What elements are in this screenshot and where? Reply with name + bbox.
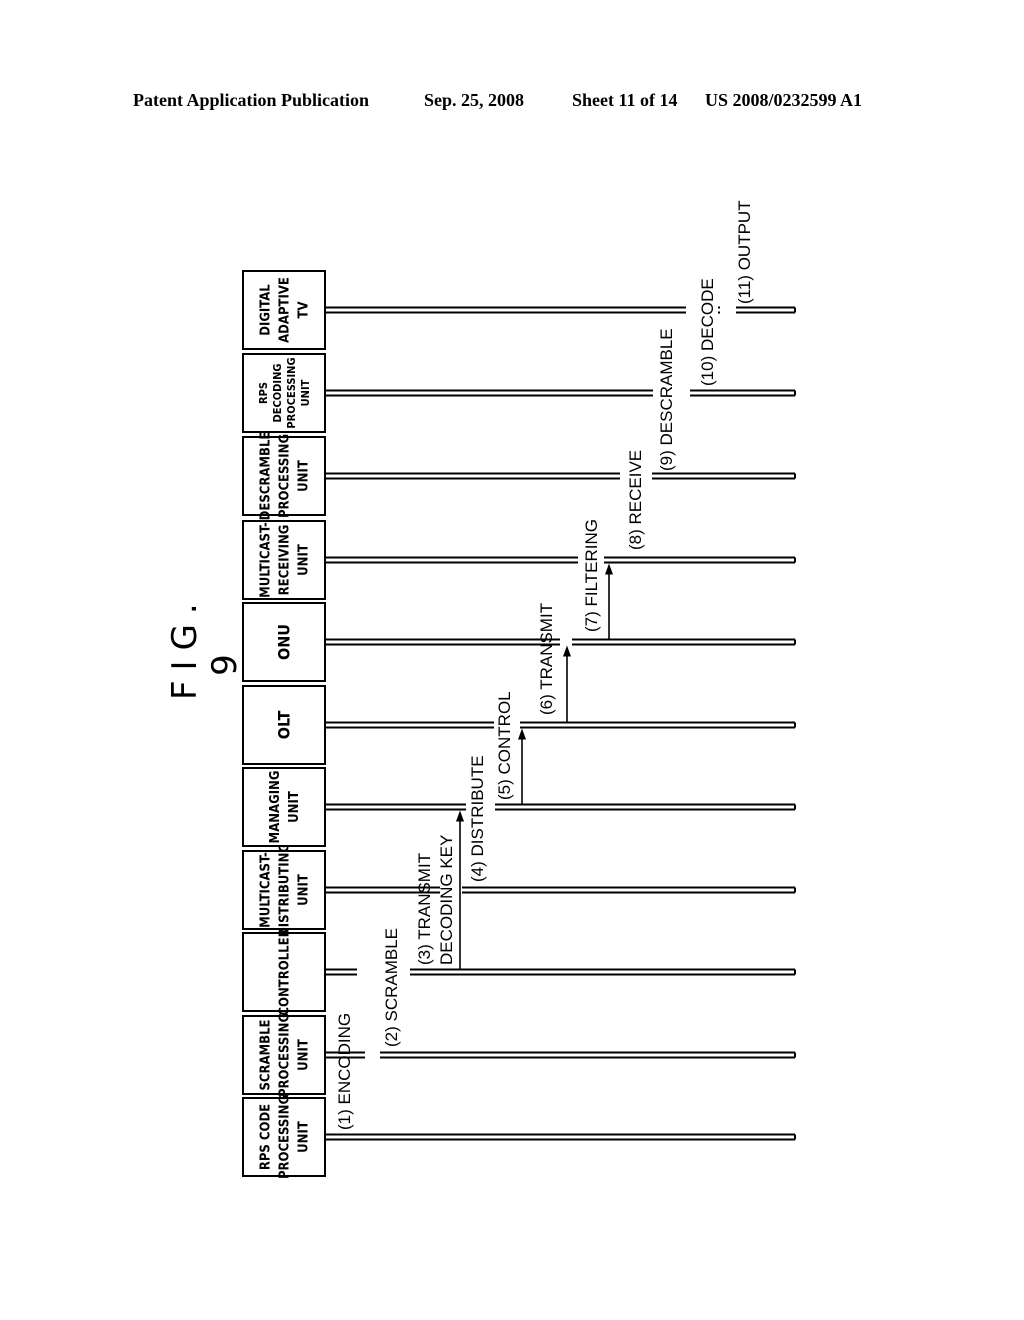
- step-label: (11) OUTPUT: [735, 200, 754, 304]
- participant-label-line: MANAGING: [268, 771, 283, 844]
- lifeline-rps-decoding: [325, 389, 796, 397]
- participant-managing: MANAGING UNIT: [242, 767, 326, 847]
- participant-descramble: DESCRAMBLE PROCESSING UNIT: [242, 432, 326, 521]
- participant-label-line: DISTRIBUTING: [278, 843, 293, 937]
- step-label-line: DECODING KEY: [437, 835, 456, 965]
- participant-label-line: UNIT: [297, 1121, 312, 1153]
- participant-label-line: OLT: [275, 711, 294, 740]
- participant-rps-code: RPS CODE PROCESSING UNIT: [242, 1095, 326, 1179]
- arrow-head-icon: [456, 810, 464, 822]
- step-label: (9) DESCRAMBLE: [657, 328, 676, 471]
- sequence-diagram: RPS CODE PROCESSING UNITSCRAMBLE PROCESSING…: [242, 200, 796, 1179]
- participant-label-line: UNIT: [297, 874, 312, 906]
- participant-label-line: PROCESSING: [285, 357, 298, 428]
- participant-label-line: PROCESSING: [278, 434, 293, 518]
- step-6: (6) TRANSMIT: [537, 603, 571, 722]
- step-3: (3) TRANSMIT DECODING KEY: [415, 810, 464, 969]
- step-label: (8) RECEIVE: [626, 450, 645, 550]
- participant-label: OLT: [275, 711, 294, 740]
- participant-multicast-receiving: MULTICAST- RECEIVING UNIT: [242, 520, 326, 600]
- participant-label-line: DECODING: [271, 364, 284, 423]
- participant-label-line: UNIT: [297, 1039, 312, 1071]
- step-label: (7) FILTERING: [582, 519, 601, 632]
- participant-label-line: DESCRAMBLE: [259, 432, 274, 521]
- participant-label-line: UNIT: [287, 791, 302, 823]
- step-10: (10) DECODE: [698, 278, 717, 386]
- step-1: (1) ENCODING: [335, 1013, 354, 1130]
- step-label-line: (9) DESCRAMBLE: [657, 328, 676, 471]
- step-label-line: (5) CONTROL: [495, 691, 514, 800]
- step-label-line: (10) DECODE: [698, 278, 717, 386]
- lifeline-rps-code: [325, 1133, 796, 1141]
- step-label-line: (4) DISTRIBUTE: [468, 755, 487, 882]
- participant-label-line: ONU: [275, 624, 294, 660]
- participant-label-line: MULTICAST-: [259, 852, 274, 928]
- participant-label-line: DIGITAL: [259, 284, 274, 336]
- participant-label-line: SCRAMBLE: [259, 1019, 274, 1090]
- participant-label-line: MULTICAST-: [259, 522, 274, 598]
- participant-label-line: RPS CODE: [259, 1104, 274, 1170]
- participant-label-line: PROCESSING: [278, 1013, 293, 1097]
- step-5: (5) CONTROL: [495, 691, 526, 804]
- steps: (1) ENCODING (2) SCRAMBLE (3) TRANSMIT DECO…: [335, 200, 754, 1130]
- participant-controller: CONTROLLER: [242, 928, 326, 1016]
- step-label-line: (7) FILTERING: [582, 519, 601, 632]
- participant-label-line: ADAPTIVE: [278, 277, 293, 343]
- step-9: (9) DESCRAMBLE: [657, 328, 676, 471]
- participant-label-line: RECEIVING: [278, 525, 293, 596]
- step-label-line: (1) ENCODING: [335, 1013, 354, 1130]
- participant-label-line: PROCESSING: [278, 1095, 293, 1179]
- participant-box: [242, 767, 326, 847]
- lifeline-multicast-distributing: [325, 886, 796, 894]
- arrow-head-icon: [563, 645, 571, 657]
- participant-label-line: RPS: [257, 382, 270, 404]
- step-label: (1) ENCODING: [335, 1013, 354, 1130]
- step-label: (6) TRANSMIT: [537, 603, 556, 715]
- participants: RPS CODE PROCESSING UNITSCRAMBLE PROCESSING…: [242, 270, 326, 1179]
- participant-label-line: UNIT: [299, 379, 312, 406]
- participant-scramble: SCRAMBLE PROCESSING UNIT: [242, 1013, 326, 1097]
- lifeline-digital-tv: [325, 306, 796, 314]
- participant-onu: ONU: [242, 602, 326, 682]
- lifeline-managing: [325, 803, 796, 811]
- step-11: (11) OUTPUT: [735, 200, 754, 304]
- arrow-head-icon: [605, 563, 613, 575]
- step-label-line: (2) SCRAMBLE: [382, 928, 401, 1047]
- step-label-line: (6) TRANSMIT: [537, 603, 556, 715]
- step-7: (7) FILTERING: [582, 519, 613, 639]
- step-label: (4) DISTRIBUTE: [468, 755, 487, 882]
- participant-digital-tv: DIGITAL ADAPTIVE TV: [242, 270, 326, 350]
- lifeline-scramble: [325, 1051, 796, 1059]
- arrow-head-icon: [518, 728, 526, 740]
- participant-multicast-distributing: MULTICAST- DISTRIBUTING UNIT: [242, 843, 326, 937]
- step-label: (2) SCRAMBLE: [382, 928, 401, 1047]
- lifeline-descramble: [325, 472, 796, 480]
- step-label-line: (11) OUTPUT: [735, 200, 754, 304]
- participant-rps-decoding: RPSDECODINGPROCESSINGUNIT: [242, 353, 326, 433]
- step-2: (2) SCRAMBLE: [382, 928, 401, 1047]
- participant-label-line: UNIT: [297, 460, 312, 492]
- participant-label-line: TV: [297, 301, 312, 318]
- lifeline-olt: [325, 721, 796, 729]
- step-label: (5) CONTROL: [495, 691, 514, 800]
- participant-label: ONU: [275, 624, 294, 660]
- participant-label-line: UNIT: [297, 544, 312, 576]
- step-label-line: (3) TRANSMIT: [415, 853, 434, 965]
- step-label-line: (8) RECEIVE: [626, 450, 645, 550]
- step-8: (8) RECEIVE: [626, 450, 645, 550]
- participant-label: CONTROLLER: [278, 928, 293, 1015]
- step-label: (10) DECODE: [698, 278, 717, 386]
- step-4: (4) DISTRIBUTE: [468, 755, 487, 882]
- lifeline-onu: [325, 638, 796, 646]
- participant-olt: OLT: [242, 685, 326, 765]
- step-label: (3) TRANSMIT DECODING KEY: [415, 835, 456, 965]
- participant-label-line: CONTROLLER: [278, 928, 293, 1015]
- lifeline-multicast-receiving: [325, 556, 796, 564]
